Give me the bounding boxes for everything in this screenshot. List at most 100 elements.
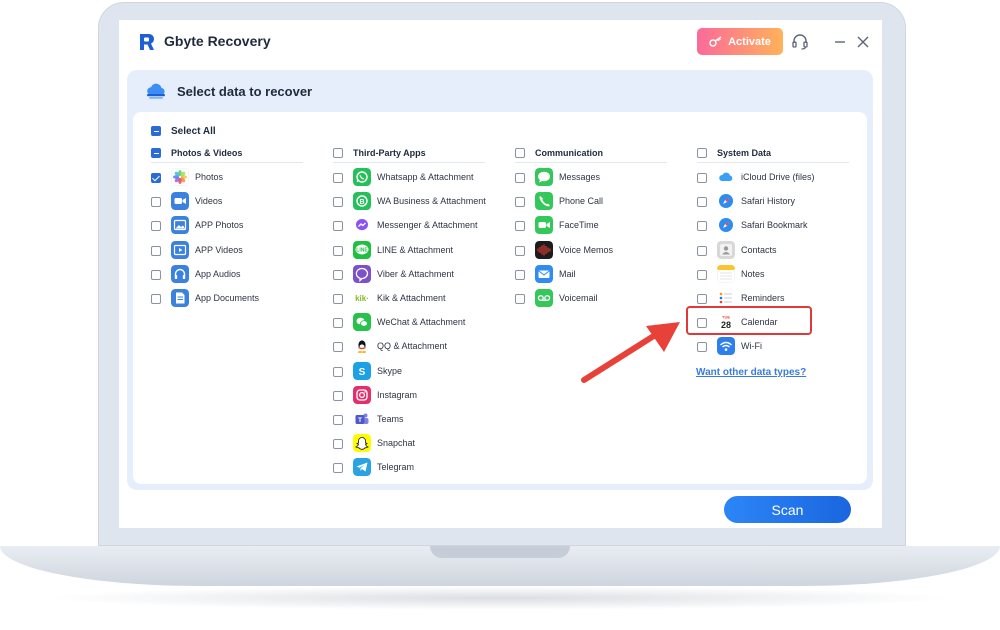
- category-checkbox[interactable]: [697, 148, 707, 158]
- item-checkbox[interactable]: [151, 197, 161, 208]
- category-checkbox[interactable]: [333, 148, 343, 158]
- key-icon: [709, 35, 722, 47]
- item-checkbox[interactable]: [333, 415, 343, 425]
- item-checkbox[interactable]: [151, 173, 161, 183]
- app-photos-icon: [171, 216, 189, 235]
- item-label: iCloud Drive (files): [741, 172, 815, 182]
- item-checkbox[interactable]: [333, 390, 343, 401]
- item-checkbox[interactable]: [515, 294, 525, 304]
- laptop-shadow: [40, 586, 960, 610]
- item-label: Viber & Attachment: [377, 268, 454, 279]
- close-icon[interactable]: [853, 32, 873, 52]
- content-area: Select data to recover: [127, 70, 873, 490]
- item-checkbox[interactable]: [151, 221, 161, 232]
- minimize-icon[interactable]: [830, 32, 850, 52]
- voice-memos-icon: [535, 240, 553, 259]
- item-checkbox[interactable]: [515, 173, 525, 183]
- item-checkbox[interactable]: [515, 269, 525, 280]
- category-divider: [333, 162, 485, 163]
- viber-icon: [353, 264, 371, 283]
- item-label: Snapchat: [377, 438, 416, 449]
- item-label: Phone Call: [559, 196, 604, 207]
- whatsapp-business-icon: B: [353, 192, 371, 211]
- item-label: Contacts: [741, 244, 777, 255]
- item-checkbox[interactable]: [697, 245, 707, 256]
- item-label: Wi-Fi: [741, 341, 762, 352]
- category-title: System Data: [717, 148, 772, 158]
- select-all-label: Select All: [171, 126, 216, 137]
- svg-text:kik·: kik·: [355, 294, 369, 303]
- item-label: Safari Bookmark: [741, 220, 808, 231]
- item-checkbox[interactable]: [333, 439, 343, 450]
- category-checkbox[interactable]: [151, 148, 161, 158]
- activate-label: Activate: [728, 35, 771, 48]
- item-checkbox[interactable]: [697, 173, 707, 183]
- item-label: APP Photos: [195, 220, 244, 231]
- item-checkbox[interactable]: [333, 366, 343, 377]
- icloud-icon: [717, 168, 735, 186]
- select-all-checkbox[interactable]: [151, 126, 161, 136]
- activate-button[interactable]: Activate: [697, 28, 783, 55]
- item-label: Voice Memos: [559, 244, 614, 255]
- item-checkbox[interactable]: [333, 245, 343, 256]
- laptop-notch: [430, 546, 570, 558]
- item-checkbox[interactable]: [515, 245, 525, 256]
- item-label: QQ & Attachment: [377, 341, 448, 352]
- item-checkbox[interactable]: [333, 221, 343, 232]
- item-label: Teams: [377, 414, 404, 424]
- item-label: Messages: [559, 172, 601, 182]
- whatsapp-icon: [353, 168, 371, 186]
- notes-icon: [717, 264, 735, 283]
- category-title: Third-Party Apps: [353, 148, 426, 158]
- facetime-icon: [535, 216, 553, 235]
- category-title: Communication: [535, 148, 604, 158]
- wechat-icon: [353, 313, 371, 332]
- mail-icon: [535, 264, 553, 283]
- item-checkbox[interactable]: [697, 342, 707, 353]
- snapchat-icon: [353, 434, 371, 453]
- item-checkbox[interactable]: [333, 318, 343, 329]
- item-checkbox[interactable]: [515, 221, 525, 232]
- cloud-data-icon: [147, 83, 165, 99]
- item-checkbox[interactable]: [151, 269, 161, 280]
- item-label: Videos: [195, 196, 223, 207]
- reminders-icon: [717, 289, 735, 307]
- item-checkbox[interactable]: [697, 294, 707, 304]
- page-title: Select data to recover: [177, 84, 313, 99]
- item-checkbox[interactable]: [697, 269, 707, 280]
- other-data-types-link[interactable]: Want other data types?: [696, 367, 806, 378]
- item-checkbox[interactable]: [333, 463, 343, 474]
- item-checkbox[interactable]: [333, 173, 343, 183]
- wifi-icon: [717, 337, 735, 356]
- item-checkbox[interactable]: [151, 245, 161, 256]
- item-label: Kik & Attachment: [377, 293, 446, 303]
- line-icon: LINE: [353, 240, 371, 259]
- item-checkbox[interactable]: [333, 197, 343, 208]
- svg-text:S: S: [359, 367, 366, 378]
- messenger-icon: [353, 216, 371, 235]
- videos-icon: [171, 192, 189, 211]
- scan-button[interactable]: Scan: [724, 496, 851, 523]
- safari-bookmark-icon: [717, 216, 735, 235]
- support-headset-icon[interactable]: [790, 32, 810, 52]
- item-label: FaceTime: [559, 220, 599, 231]
- calendar-highlight-box: [686, 306, 812, 335]
- app-videos-icon: [171, 240, 189, 259]
- item-checkbox[interactable]: [333, 294, 343, 304]
- item-checkbox[interactable]: [333, 342, 343, 353]
- safari-icon: [717, 192, 735, 211]
- category-checkbox[interactable]: [515, 148, 525, 158]
- item-checkbox[interactable]: [333, 269, 343, 280]
- app-audios-icon: [171, 264, 189, 283]
- photos-icon: [171, 168, 189, 186]
- qq-icon: [353, 337, 371, 356]
- item-checkbox[interactable]: [515, 197, 525, 208]
- item-label: Photos: [195, 172, 224, 182]
- item-checkbox[interactable]: [697, 197, 707, 208]
- item-checkbox[interactable]: [697, 221, 707, 232]
- svg-text:B: B: [359, 199, 364, 206]
- item-label: APP Videos: [195, 244, 243, 255]
- item-checkbox[interactable]: [151, 294, 161, 304]
- item-label: Voicemail: [559, 293, 598, 303]
- kik-icon: kik·: [353, 289, 371, 307]
